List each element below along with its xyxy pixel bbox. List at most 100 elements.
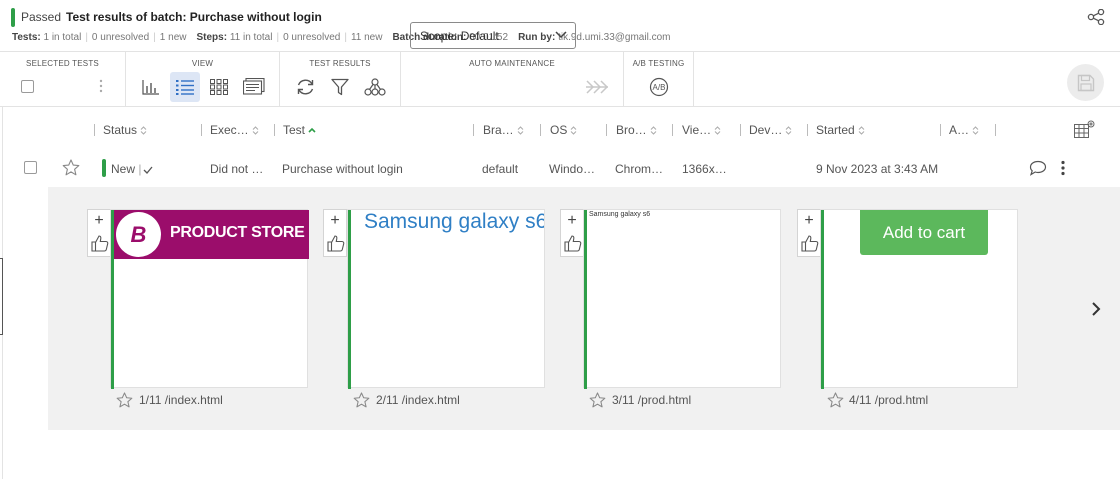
chevron-down-icon — [555, 31, 567, 39]
scope-value: Scope: Default — [420, 29, 499, 43]
save-icon — [1077, 74, 1094, 91]
thumbs-up-icon[interactable] — [801, 234, 819, 252]
tests-new: 1 new — [159, 32, 187, 43]
add-icon[interactable]: + — [324, 213, 346, 229]
step-thumbnail[interactable]: B PRODUCT STORE — [110, 209, 309, 389]
row-menu-icon[interactable] — [1061, 160, 1065, 176]
column-started[interactable]: Started — [816, 123, 865, 137]
add-icon[interactable]: + — [88, 213, 110, 229]
tree-icon[interactable] — [360, 72, 390, 102]
view-group: VIEW — [126, 52, 280, 107]
thumbs-up-icon[interactable] — [327, 234, 345, 252]
step-caption: 1/11 /index.html — [139, 393, 223, 407]
check-icon[interactable] — [143, 166, 153, 174]
batch-title: Test results of batch: Purchase without … — [66, 10, 322, 24]
refresh-icon[interactable] — [290, 72, 320, 102]
select-all-checkbox[interactable] — [21, 80, 34, 93]
star-icon[interactable] — [116, 392, 133, 408]
product-store-banner: B PRODUCT STORE — [114, 210, 309, 259]
ab-testing-group: A/B TESTING A/B — [624, 52, 694, 107]
grid-view-icon[interactable] — [204, 72, 234, 102]
step-thumbnail[interactable]: Samsung galaxy s6 — [583, 209, 781, 389]
product-store-logo: B — [116, 212, 161, 257]
filter-icon[interactable] — [325, 72, 355, 102]
row-branch: default — [482, 162, 519, 176]
step-caption: 2/11 /index.html — [376, 393, 460, 407]
step-thumbnail[interactable]: Add to cart — [820, 209, 1018, 389]
product-store-text: PRODUCT STORE — [170, 224, 305, 241]
product-title-text: Samsung galaxy s6 — [364, 210, 544, 233]
thumbs-up-icon[interactable] — [91, 234, 109, 252]
ab-testing-icon[interactable]: A/B — [644, 72, 674, 102]
chart-view-icon[interactable] — [136, 72, 166, 102]
column-branch[interactable]: Bra… — [483, 123, 524, 137]
save-button[interactable] — [1067, 64, 1104, 101]
column-settings-icon[interactable] — [1074, 119, 1096, 139]
steps-panel: + B PRODUCT STORE 1/11 /index.html + Sam… — [48, 187, 1120, 430]
view-label: VIEW — [191, 59, 214, 68]
column-execution[interactable]: Exec… — [210, 123, 259, 137]
thumbnail-status-line — [111, 210, 114, 389]
steps-total: 11 in total — [229, 32, 273, 43]
scope-select[interactable]: Scope: Default — [410, 22, 576, 49]
share-icon[interactable] — [1087, 9, 1105, 25]
column-a[interactable]: A… — [949, 123, 979, 137]
thumbs-up-icon[interactable] — [564, 234, 582, 252]
row-os: Windo… — [549, 162, 596, 176]
product-title-small-text: Samsung galaxy s6 — [589, 211, 651, 218]
chevron-right-icon[interactable] — [1090, 301, 1102, 317]
step-tools: + — [797, 209, 821, 257]
row-test-name: Purchase without login — [282, 162, 403, 176]
table-row[interactable]: New | Did not … Purchase without login d… — [12, 150, 1120, 186]
column-status[interactable]: Status — [103, 123, 147, 137]
step-thumbnail[interactable]: Samsung galaxy s6 — [347, 209, 545, 389]
comment-icon[interactable] — [1029, 160, 1047, 176]
column-viewport[interactable]: Vie… — [682, 123, 721, 137]
tests-total: 1 in total — [43, 32, 82, 43]
details-view-icon[interactable] — [239, 72, 269, 102]
status-indicator — [11, 8, 15, 27]
selected-tests-label: SELECTED TESTS — [26, 59, 99, 68]
thumbnail-status-line — [348, 210, 351, 389]
ab-testing-label: A/B TESTING — [632, 59, 685, 68]
steps-unresolved: 0 unresolved — [283, 32, 341, 43]
column-device[interactable]: Dev… — [749, 123, 792, 137]
column-os[interactable]: OS — [550, 123, 577, 137]
row-execution: Did not … — [210, 162, 264, 176]
star-icon[interactable] — [62, 159, 80, 176]
column-test[interactable]: Test — [283, 123, 316, 137]
toolbar: SELECTED TESTS VIEW TEST RESULTS AUTO MA… — [0, 51, 1120, 107]
steps-new: 11 new — [350, 32, 383, 43]
row-status-indicator — [102, 159, 106, 177]
forward-arrows-icon[interactable] — [586, 80, 612, 94]
star-icon[interactable] — [589, 392, 606, 408]
tests-unresolved: 0 unresolved — [91, 32, 150, 43]
step-tools: + — [560, 209, 584, 257]
batch-status: Passed — [21, 10, 62, 24]
column-browser[interactable]: Bro… — [616, 123, 657, 137]
add-to-cart-button: Add to cart — [860, 210, 988, 255]
row-started: 9 Nov 2023 at 3:43 AM — [816, 162, 939, 176]
more-vertical-icon[interactable] — [99, 79, 103, 93]
star-icon[interactable] — [353, 392, 370, 408]
auto-maintenance-label: AUTO MAINTENANCE — [469, 59, 555, 68]
row-viewport: 1366x… — [682, 162, 727, 176]
thumbnail-status-line — [821, 210, 824, 389]
table-header: Status Exec… Test Bra… OS Bro… Vie… Dev…… — [12, 117, 1120, 143]
add-icon[interactable]: + — [561, 213, 583, 229]
test-results-group: TEST RESULTS — [280, 52, 401, 107]
step-tools: + — [87, 209, 111, 257]
row-checkbox[interactable] — [24, 161, 37, 174]
star-icon[interactable] — [827, 392, 844, 408]
step-caption: 3/11 /prod.html — [612, 393, 692, 407]
svg-text:A/B: A/B — [653, 83, 666, 92]
auto-maintenance-group: AUTO MAINTENANCE — [401, 52, 624, 107]
list-view-icon[interactable] — [170, 72, 200, 102]
step-tools: + — [323, 209, 347, 257]
add-icon[interactable]: + — [798, 213, 820, 229]
row-status: New | — [111, 162, 153, 176]
selected-tests-group: SELECTED TESTS — [0, 52, 126, 107]
left-collapse-handle[interactable] — [0, 258, 3, 335]
row-browser: Chrom… — [615, 162, 664, 176]
test-results-label: TEST RESULTS — [309, 59, 371, 68]
